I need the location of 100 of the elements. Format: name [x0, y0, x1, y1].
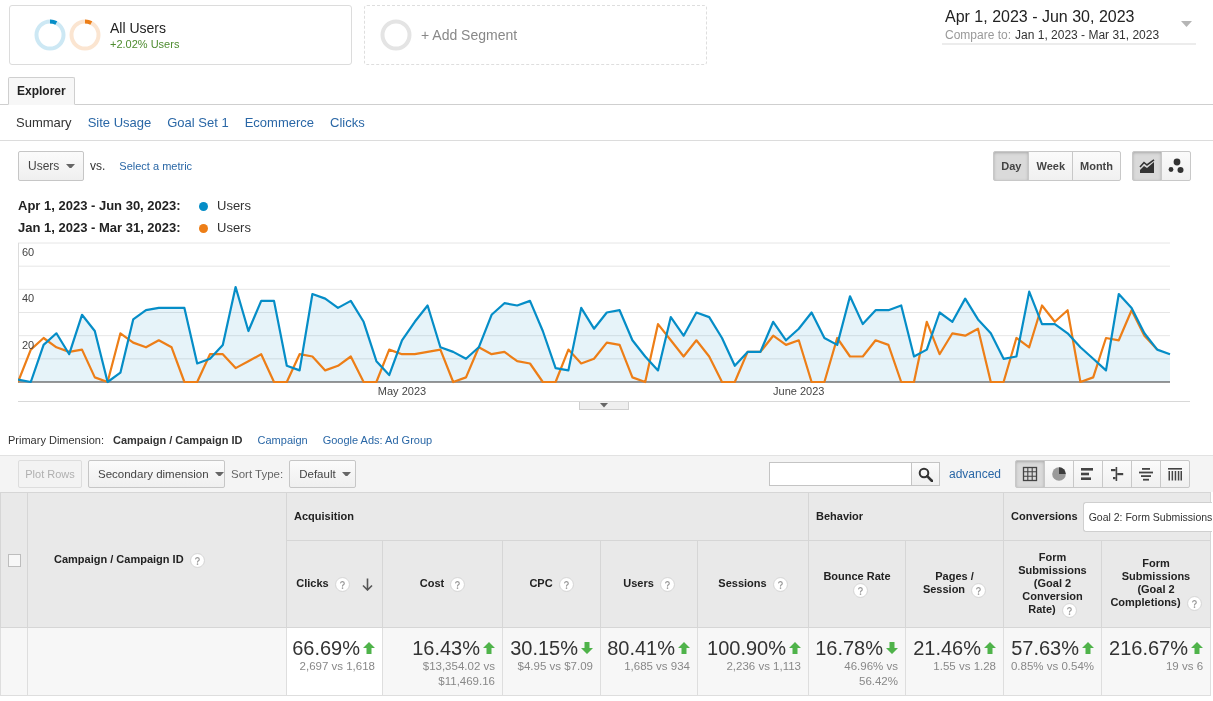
change-value: 57.63% [1011, 638, 1079, 658]
donut-icon [34, 19, 66, 51]
column-header[interactable]: CPC [502, 540, 601, 628]
change-value: 21.46% [913, 638, 981, 658]
sort-arrow-icon [361, 577, 373, 591]
column-header[interactable]: Pages / Session [905, 540, 1004, 628]
x-axis-label: May 2023 [377, 385, 427, 397]
change-value: 16.78% [815, 638, 883, 658]
secondary-dimension-dropdown[interactable]: Secondary dimension [88, 460, 225, 488]
search-field[interactable] [768, 462, 912, 486]
view-button[interactable] [1073, 460, 1103, 488]
change-value: 100.90% [707, 638, 786, 658]
comparison-value: 1.55 vs 1.28 [932, 659, 996, 674]
advanced-link[interactable]: advanced [948, 467, 1001, 481]
caret-icon [600, 403, 608, 408]
donut-icon [69, 19, 101, 51]
granularity-button[interactable]: Month [1072, 151, 1121, 181]
chart-collapse-button[interactable] [579, 402, 629, 410]
goal-dropdown[interactable]: Goal 2: Form Submissions [1082, 501, 1213, 532]
change-value: 16.43% [412, 638, 480, 658]
y-axis-label: 20 [22, 338, 35, 351]
column-header[interactable]: Cost [382, 540, 503, 628]
help-icon [659, 576, 675, 592]
sort-type-dropdown[interactable]: Default [289, 460, 357, 488]
help-icon [852, 583, 868, 598]
legend-period: Jan 1, 2023 - Mar 31, 2023: [18, 219, 182, 237]
date-range-picker[interactable]: Apr 1, 2023 - Jun 30, 2023 Compare to: Jan 1, 2023 - Mar 31, 2023 [942, 8, 1196, 45]
help-icon [450, 576, 466, 592]
chart-type-button[interactable] [1132, 151, 1162, 181]
y-axis-label: 40 [22, 292, 35, 305]
caret-icon [214, 471, 224, 477]
dimension-option[interactable]: Google Ads: Ad Group [322, 433, 433, 446]
column-header[interactable]: Form Submissions (Goal 2 Completions) [1101, 540, 1211, 628]
comparison-value: 1,685 vs 934 [623, 659, 690, 674]
grid-icon [1022, 466, 1038, 482]
sub-tab[interactable]: Ecommerce [244, 115, 314, 130]
segment-change: +2.02% Users [110, 37, 180, 51]
view-button[interactable] [1160, 460, 1190, 488]
comparison-value: $4.95 vs $7.09 [516, 659, 593, 674]
tab[interactable]: Explorer [8, 77, 75, 105]
view-button[interactable] [1015, 460, 1045, 488]
change-value: 66.69% [292, 638, 360, 658]
metric-dropdown[interactable]: Users [18, 151, 84, 181]
bubbles-icon [1168, 158, 1184, 174]
comparison-value: 2,236 vs 1,113 [725, 659, 801, 674]
dimension-option[interactable]: Campaign / Campaign ID [112, 433, 243, 446]
sub-tab[interactable]: Clicks [330, 115, 365, 130]
columns-icon [1167, 466, 1183, 482]
help-icon [334, 576, 350, 592]
granularity-button[interactable]: Week [1028, 151, 1073, 181]
change-value: 216.67% [1109, 638, 1189, 658]
legend-label: Users [217, 219, 251, 237]
add-segment-button[interactable]: + Add Segment [364, 5, 707, 65]
help-icon [558, 576, 574, 592]
group-header: Behavior [816, 510, 864, 523]
sub-tab[interactable]: Goal Set 1 [167, 115, 229, 130]
text-lines-icon [1138, 466, 1154, 482]
sort-type-label: Sort Type: [231, 468, 284, 480]
select-metric-link[interactable]: Select a metric [119, 160, 193, 172]
view-button[interactable] [1131, 460, 1161, 488]
comparison-value: 0.85% vs 0.54% [1009, 659, 1094, 674]
help-icon [1061, 602, 1077, 618]
view-button[interactable] [1102, 460, 1132, 488]
group-header: Conversions [1011, 510, 1078, 523]
column-header[interactable]: Campaign / Campaign ID [27, 492, 287, 628]
x-axis-label: June 2023 [773, 385, 825, 397]
y-axis-label: 60 [22, 246, 35, 258]
column-header[interactable]: Users [600, 540, 698, 628]
help-icon [189, 552, 205, 568]
granularity-button[interactable]: Day [993, 151, 1030, 181]
caret-icon [341, 471, 351, 477]
primary-dimension-label: Primary Dimension: [8, 433, 104, 446]
comparison-value: 2,697 vs 1,618 [298, 659, 375, 674]
sub-tab[interactable]: Site Usage [87, 115, 152, 130]
select-all-checkbox[interactable] [7, 553, 21, 567]
comparison-bars-icon [1109, 466, 1125, 482]
compare-label: Compare to: [945, 27, 1012, 43]
search-button[interactable] [911, 462, 940, 486]
bar-chart-icon [1080, 466, 1096, 482]
view-button[interactable] [1044, 460, 1074, 488]
legend-label: Users [217, 197, 251, 215]
column-header[interactable]: Form Submissions (Goal 2 Conversion Rate) [1003, 540, 1102, 628]
line-chart-icon [1139, 158, 1155, 174]
dimension-option[interactable]: Campaign [257, 433, 308, 446]
comparison-value: 19 vs 6 [1164, 659, 1204, 674]
caret-icon [1181, 21, 1192, 27]
column-header[interactable]: Bounce Rate [808, 540, 906, 628]
legend-period: Apr 1, 2023 - Jun 30, 2023: [18, 197, 182, 215]
change-value: 80.41% [607, 638, 675, 658]
ring-icon [380, 19, 412, 51]
compare-range: Jan 1, 2023 - Mar 31, 2023 [1015, 27, 1160, 43]
segment-card[interactable]: All Users +2.02% Users [9, 5, 352, 65]
comparison-value: 46.96% vs 56.42% [843, 659, 898, 689]
sub-tab[interactable]: Summary [16, 115, 72, 130]
column-header[interactable]: Clicks [286, 540, 383, 628]
column-header[interactable]: Sessions [697, 540, 809, 628]
help-icon [772, 576, 788, 592]
chart-type-button[interactable] [1161, 151, 1191, 181]
group-header: Acquisition [294, 510, 354, 523]
help-icon [1186, 596, 1202, 611]
